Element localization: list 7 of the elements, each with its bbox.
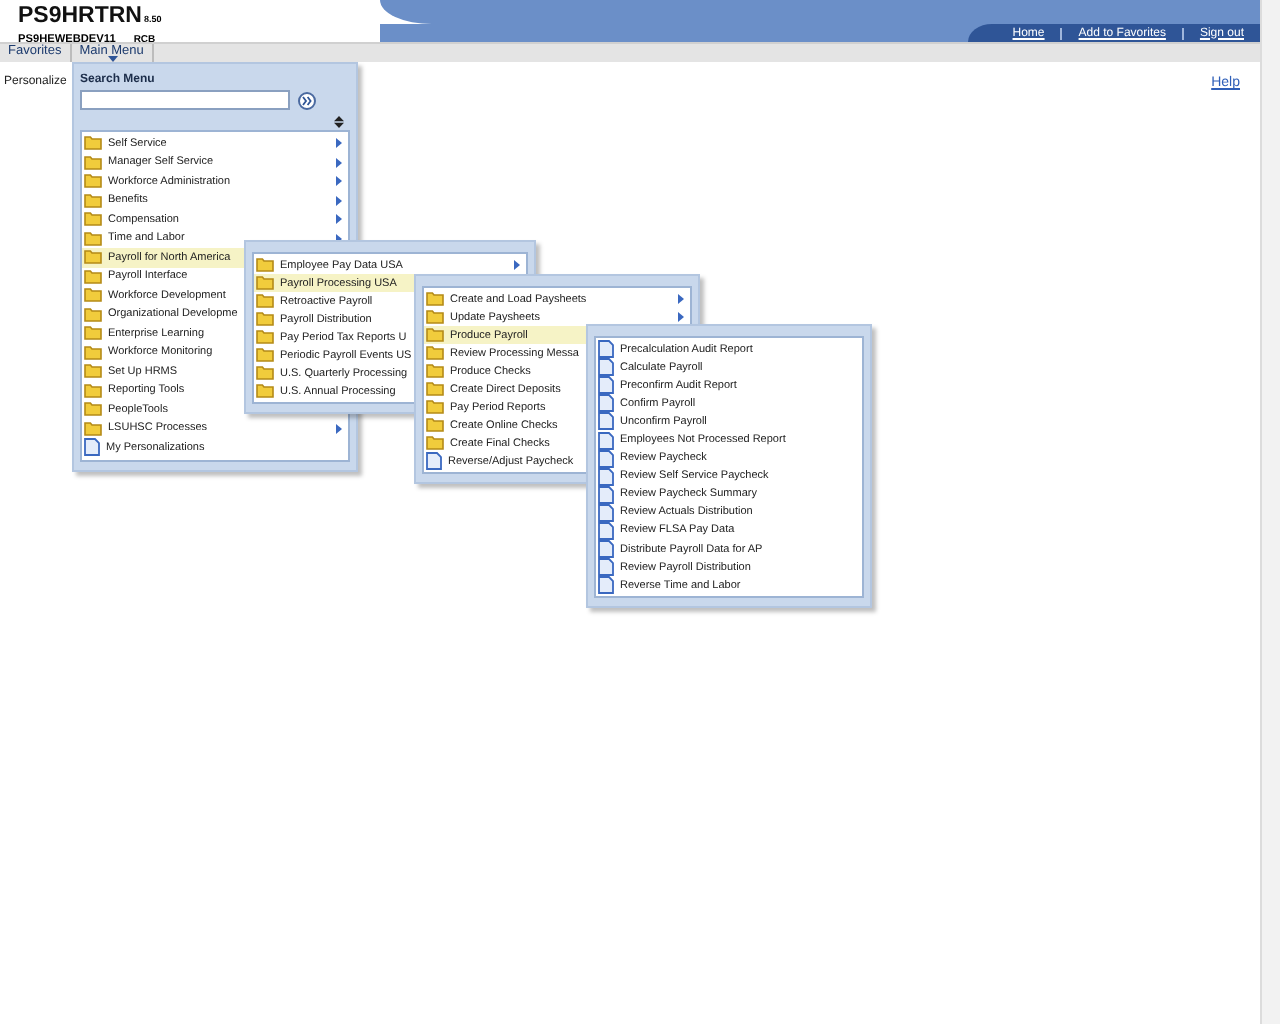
sort-icon[interactable] (334, 116, 344, 128)
page-icon (84, 438, 100, 457)
app-title: PS9HRTRN (18, 4, 142, 28)
scroll-bar[interactable] (1260, 0, 1280, 1024)
page-icon (426, 452, 442, 470)
search-go-button[interactable] (298, 91, 316, 109)
search-field[interactable] (80, 90, 290, 110)
